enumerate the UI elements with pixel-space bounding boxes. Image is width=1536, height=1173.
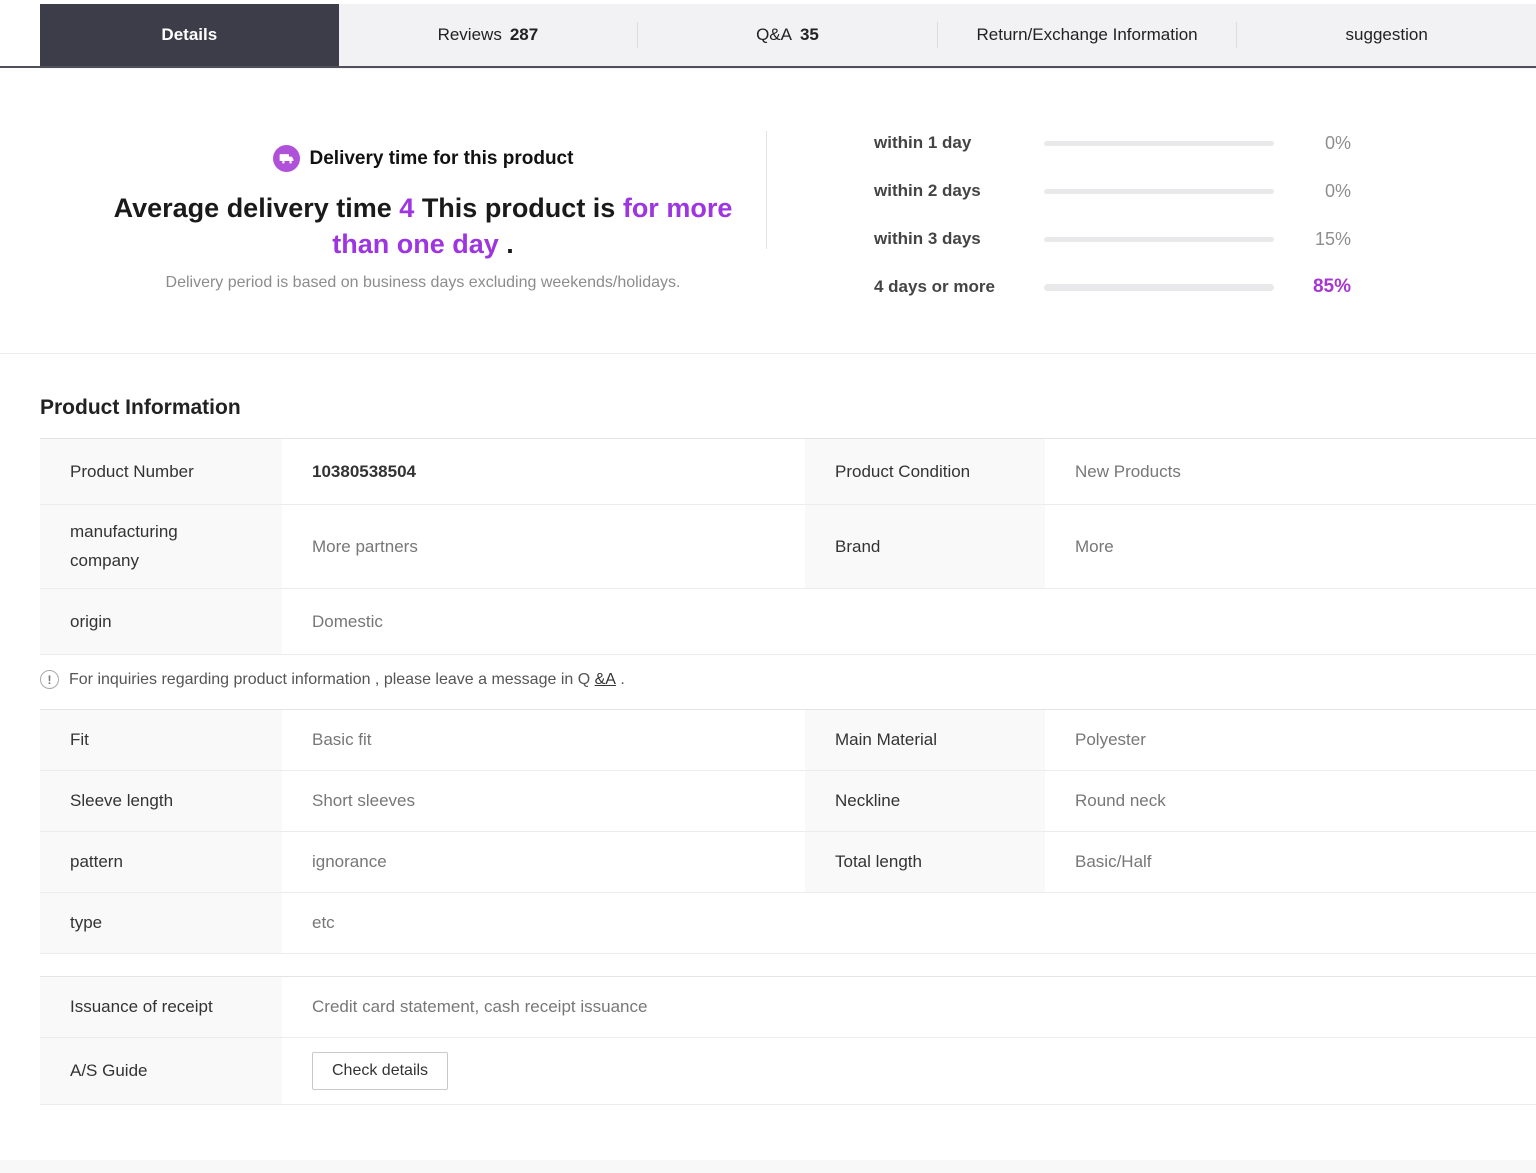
row-label: Product Number: [40, 439, 282, 504]
product-info-table-2: Fit Basic fit Main Material Polyester Sl…: [40, 709, 1536, 954]
row-label: Brand: [805, 505, 1045, 588]
table-row: Product Number 10380538504 Product Condi…: [40, 439, 1536, 505]
stat-percent: 0%: [1324, 180, 1351, 201]
product-information-heading: Product Information: [40, 396, 241, 419]
table-row: type etc: [40, 893, 1536, 954]
row-value: More: [1075, 536, 1114, 556]
row-label: Issuance of receipt: [40, 977, 282, 1037]
check-details-button[interactable]: Check details: [312, 1052, 449, 1090]
tab-qna-label: Q&A: [756, 25, 792, 44]
row-value: 10380538504: [282, 439, 805, 504]
row-label: manufacturing company: [40, 505, 282, 588]
stat-row-within-3-days: within 3 days 15%: [874, 215, 1536, 263]
table-row: origin Domestic: [40, 589, 1536, 655]
tab-details[interactable]: Details: [40, 4, 339, 66]
row-label: A/S Guide: [40, 1038, 282, 1104]
tab-return-exchange-label: Return/Exchange Information: [976, 25, 1198, 44]
notice-text: For inquiries regarding product informat…: [69, 670, 625, 688]
stat-row-within-2-days: within 2 days 0%: [874, 167, 1536, 215]
headline-part: This product is: [414, 193, 623, 223]
row-value: Check details: [282, 1038, 1536, 1104]
tab-suggestion[interactable]: suggestion: [1237, 4, 1536, 66]
exclamation-icon: !: [40, 670, 59, 689]
section-divider: [0, 353, 1536, 354]
stat-label: 4 days or more: [874, 277, 995, 296]
row-value: Polyester: [1075, 730, 1146, 749]
row-value: More partners: [312, 536, 418, 556]
table-row: pattern ignorance Total length Basic/Hal…: [40, 832, 1536, 893]
delivery-title-row: Delivery time for this product: [80, 145, 766, 172]
tab-reviews-count: 287: [509, 25, 539, 44]
tab-qna[interactable]: Q&A 35: [638, 4, 937, 66]
stat-bar-track: [1044, 188, 1274, 194]
row-value: Domestic: [312, 611, 383, 631]
stat-percent: 85%: [1312, 276, 1351, 297]
qna-link[interactable]: &A: [595, 671, 616, 688]
table-row: manufacturing company More partners Bran…: [40, 505, 1536, 589]
headline-part: Average delivery time: [113, 193, 400, 223]
stat-label: within 2 days: [874, 181, 981, 200]
product-info-table-1: Product Number 10380538504 Product Condi…: [40, 438, 1536, 655]
table-row: Issuance of receipt Credit card statemen…: [40, 977, 1536, 1038]
row-label: Neckline: [805, 771, 1045, 831]
product-info-table-3: Issuance of receipt Credit card statemen…: [40, 976, 1536, 1105]
row-value: etc: [312, 913, 335, 932]
delivery-stats: within 1 day 0% within 2 days 0% within …: [767, 119, 1536, 311]
row-label: Product Condition: [805, 439, 1045, 504]
stat-label: within 1 day: [874, 133, 972, 152]
tab-qna-count: 35: [799, 25, 819, 44]
tab-bar: Details Reviews 287 Q&A 35 Return/Exchan…: [0, 0, 1536, 68]
tab-reviews-label: Reviews: [437, 25, 502, 44]
row-value: Round neck: [1075, 791, 1166, 810]
row-value: Short sleeves: [312, 791, 415, 810]
row-label: Main Material: [805, 710, 1045, 770]
tab-details-label: Details: [161, 25, 218, 44]
delivery-note: Delivery period is based on business day…: [165, 274, 681, 291]
delivery-truck-icon: [272, 145, 300, 172]
delivery-headline: Average delivery time 4 This product is …: [113, 190, 733, 262]
tab-return-exchange[interactable]: Return/Exchange Information: [938, 4, 1237, 66]
stat-bar-track: [1044, 236, 1274, 242]
stat-row-within-1-day: within 1 day 0%: [874, 119, 1536, 167]
row-label: origin: [40, 589, 282, 654]
stat-bar-track: [1044, 283, 1274, 291]
stat-bar-track: [1044, 140, 1274, 146]
footer-strip: [0, 1160, 1536, 1173]
row-label: Total length: [805, 832, 1045, 892]
row-value: Credit card statement, cash receipt issu…: [312, 997, 648, 1016]
product-info-notice: ! For inquiries regarding product inform…: [40, 670, 1536, 689]
tab-suggestion-label: suggestion: [1345, 25, 1428, 44]
stat-percent: 15%: [1314, 228, 1351, 249]
row-label: type: [40, 893, 282, 953]
headline-days-value: 4: [399, 193, 415, 223]
headline-part: .: [498, 229, 514, 259]
row-value: ignorance: [312, 852, 387, 871]
stat-label: within 3 days: [874, 229, 981, 248]
delivery-summary-section: Delivery time for this product Average d…: [0, 69, 1536, 353]
tab-reviews[interactable]: Reviews 287: [339, 4, 638, 66]
product-detail-page: Details Reviews 287 Q&A 35 Return/Exchan…: [0, 0, 1536, 1173]
row-label: Fit: [40, 710, 282, 770]
row-label: Sleeve length: [40, 771, 282, 831]
row-value: Basic/Half: [1075, 852, 1152, 871]
stat-row-4-days-or-more: 4 days or more 85%: [874, 263, 1536, 311]
table-row: A/S Guide Check details: [40, 1038, 1536, 1105]
table-row: Fit Basic fit Main Material Polyester: [40, 710, 1536, 771]
stat-percent: 0%: [1324, 132, 1351, 153]
product-number-value: 10380538504: [312, 461, 417, 481]
delivery-title: Delivery time for this product: [309, 147, 574, 169]
delivery-summary-text: Delivery time for this product Average d…: [0, 119, 766, 311]
row-label: pattern: [40, 832, 282, 892]
product-information-section: Product Information Product Number 10380…: [0, 396, 1536, 1105]
table-row: Sleeve length Short sleeves Neckline Rou…: [40, 771, 1536, 832]
row-value: Basic fit: [312, 730, 372, 749]
tab-strip: Details Reviews 287 Q&A 35 Return/Exchan…: [40, 4, 1536, 66]
row-value: New Products: [1075, 461, 1181, 481]
